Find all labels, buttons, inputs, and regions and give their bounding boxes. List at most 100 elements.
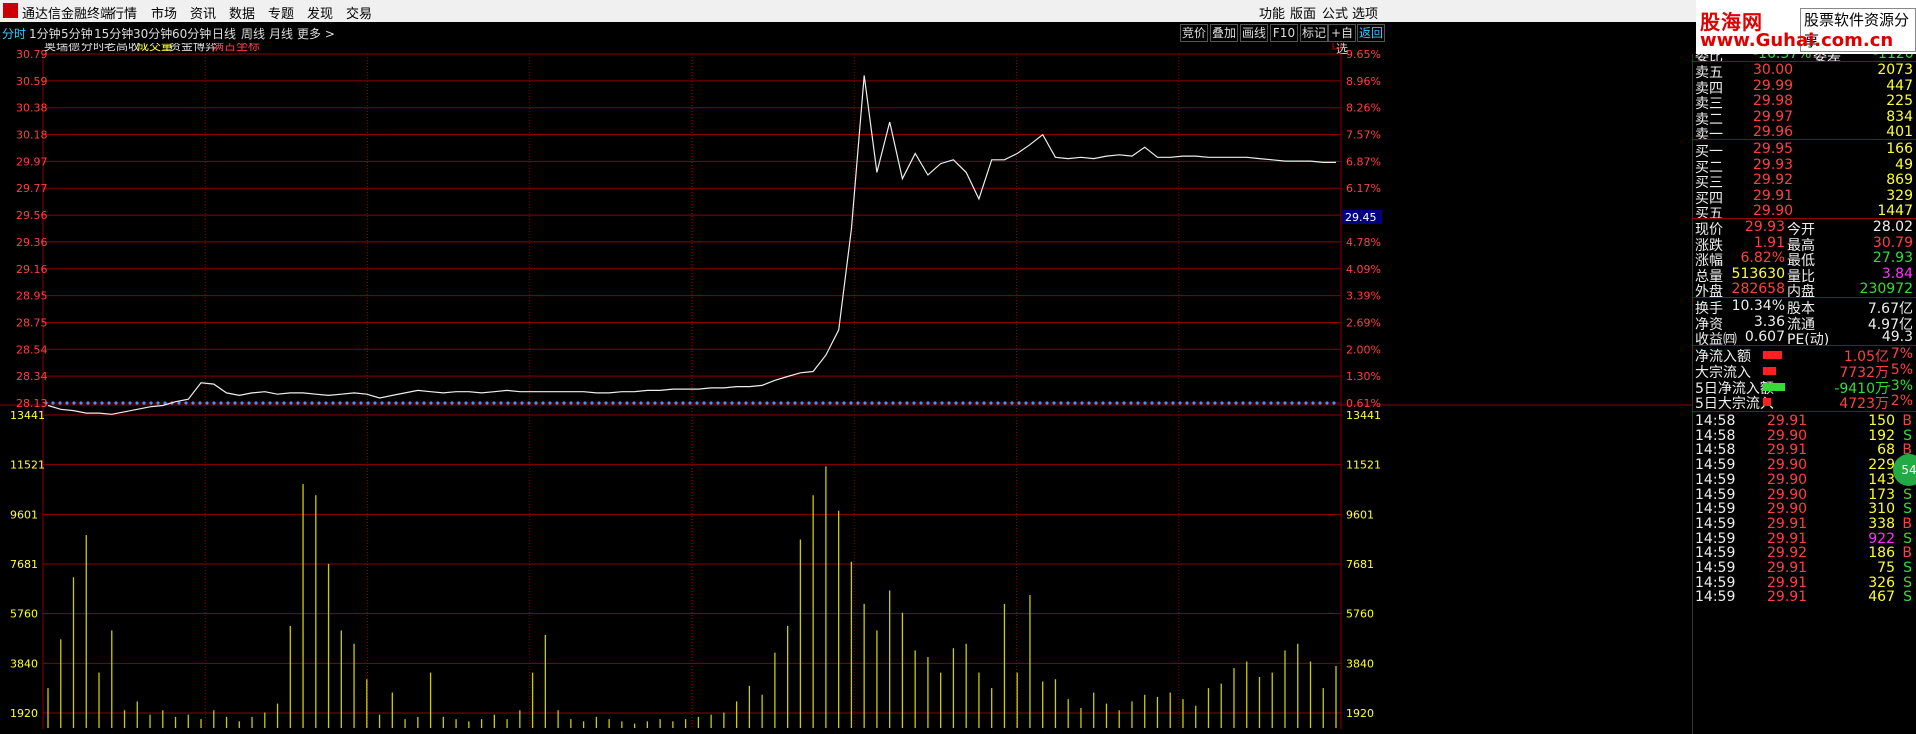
menu-item-market[interactable]: 市场 (151, 3, 177, 22)
avg-dot (940, 401, 944, 405)
tick-price: 29.91 (1767, 442, 1808, 459)
tick-side: S (1903, 530, 1912, 547)
avg-dot (681, 401, 685, 405)
tick-time: 14:59 (1695, 545, 1736, 562)
axis-labels: 30.79 30.59 30.38 30.18 29.97 29.77 29.56 29.36… (10, 48, 1381, 720)
menu-item-function[interactable]: 功能 (1259, 3, 1285, 22)
auction-button[interactable]: 竞价 (1180, 24, 1208, 42)
volume-tick-right: 5760 (1346, 608, 1374, 621)
avg-dot (184, 401, 188, 405)
flow-bar (1763, 366, 1777, 375)
tick-time: 14:59 (1695, 471, 1736, 488)
avg-dot (156, 401, 160, 405)
tab-intraday[interactable]: 分时 (2, 25, 26, 42)
tab-15min[interactable]: 15分钟 (94, 25, 133, 42)
back-button[interactable]: 返回 (1357, 24, 1385, 42)
menu-item-news[interactable]: 资讯 (190, 3, 216, 22)
avg-dot (1262, 401, 1266, 405)
tick-time: 14:59 (1695, 457, 1736, 474)
avg-dot (989, 401, 993, 405)
tab-5min[interactable]: 5分钟 (61, 25, 93, 42)
avg-dot (1227, 401, 1231, 405)
menu-item-formula[interactable]: 公式 (1322, 3, 1348, 22)
avg-dot (898, 401, 902, 405)
menu-item-data[interactable]: 数据 (229, 3, 255, 22)
avg-dot (660, 401, 664, 405)
menu-item-layout[interactable]: 版面 (1290, 3, 1316, 22)
tick-price: 29.90 (1767, 427, 1808, 444)
avg-dot (450, 401, 454, 405)
mark-button[interactable]: 标记 (1300, 24, 1328, 42)
draw-line-button[interactable]: 画线 (1240, 24, 1268, 42)
avg-dot (1010, 401, 1014, 405)
pct-tick-label: 6.87% (1346, 155, 1381, 168)
avg-dot (961, 401, 965, 405)
tab-monthly[interactable]: 月线 (269, 25, 293, 42)
avg-dot (555, 401, 559, 405)
avg-dot (1024, 401, 1028, 405)
menu-item-topics[interactable]: 专题 (268, 3, 294, 22)
avg-dot (849, 401, 853, 405)
avg-dot (667, 401, 671, 405)
avg-dot (786, 401, 790, 405)
buy-level-volume: 49 (1895, 156, 1913, 173)
avg-dot (744, 401, 748, 405)
avg-dot (569, 401, 573, 405)
intraday-chart[interactable]: 30.79 30.59 30.38 30.18 29.97 29.77 29.56 29.36… (0, 43, 1692, 734)
tab-30min[interactable]: 30分钟 (133, 25, 172, 42)
volume-tick-left: 5760 (10, 608, 38, 621)
avg-dot (702, 401, 706, 405)
avg-dot (401, 401, 405, 405)
avg-dot (688, 401, 692, 405)
avg-dot (1234, 401, 1238, 405)
tab-1min[interactable]: 1分钟 (29, 25, 61, 42)
menu-item-trade[interactable]: 交易 (346, 3, 372, 22)
avg-dot (513, 401, 517, 405)
avg-dot (1248, 401, 1252, 405)
avg-dot (1122, 401, 1126, 405)
avg-dot (1129, 401, 1133, 405)
avg-dot (597, 401, 601, 405)
avg-dot (737, 401, 741, 405)
fundamental-value: 0.607 (1744, 329, 1785, 346)
avg-dot (1325, 401, 1329, 405)
chart-grid (0, 53, 1692, 729)
add-watchlist-button[interactable]: +自选 (1328, 24, 1356, 56)
f10-button[interactable]: F10 (1270, 24, 1298, 42)
menu-item-discover[interactable]: 发现 (307, 3, 333, 22)
tab-more[interactable]: 更多 > (297, 25, 335, 42)
avg-dot (79, 401, 83, 405)
menu-item-quotes[interactable]: 行情 (111, 3, 137, 22)
avg-dot (779, 401, 783, 405)
chart-option: 老高收 (104, 43, 140, 53)
avg-dot (1241, 401, 1245, 405)
avg-dot (975, 401, 979, 405)
avg-dot (814, 401, 818, 405)
tab-60min[interactable]: 60分钟 (172, 25, 211, 42)
pct-tick-label: 3.39% (1346, 290, 1381, 303)
avg-dot (282, 401, 286, 405)
volume-tick-left: 13441 (10, 409, 45, 422)
avg-dot (1290, 401, 1294, 405)
tick-volume: 173 (1868, 486, 1895, 503)
buy-level-price: 29.93 (1753, 156, 1794, 173)
overlay-button[interactable]: 叠加 (1210, 24, 1238, 42)
avg-dot (1297, 401, 1301, 405)
avg-dot (653, 401, 657, 405)
avg-dot (828, 401, 832, 405)
avg-dot (1031, 401, 1035, 405)
avg-dot (149, 401, 153, 405)
tab-weekly[interactable]: 周线 (241, 25, 265, 42)
price-tick-label: 30.59 (16, 75, 48, 88)
sell-level-price: 29.99 (1753, 77, 1794, 94)
tick-volume: 68 (1877, 442, 1895, 459)
avg-dot (646, 401, 650, 405)
avg-dot (1255, 401, 1259, 405)
avg-dot (618, 401, 622, 405)
avg-dot (114, 401, 118, 405)
buy-level-price: 29.92 (1753, 172, 1794, 189)
tab-daily[interactable]: 日线 (212, 25, 236, 42)
avg-dot (1052, 401, 1056, 405)
menu-item-options[interactable]: 选项 (1352, 3, 1378, 22)
avg-dot (443, 401, 447, 405)
